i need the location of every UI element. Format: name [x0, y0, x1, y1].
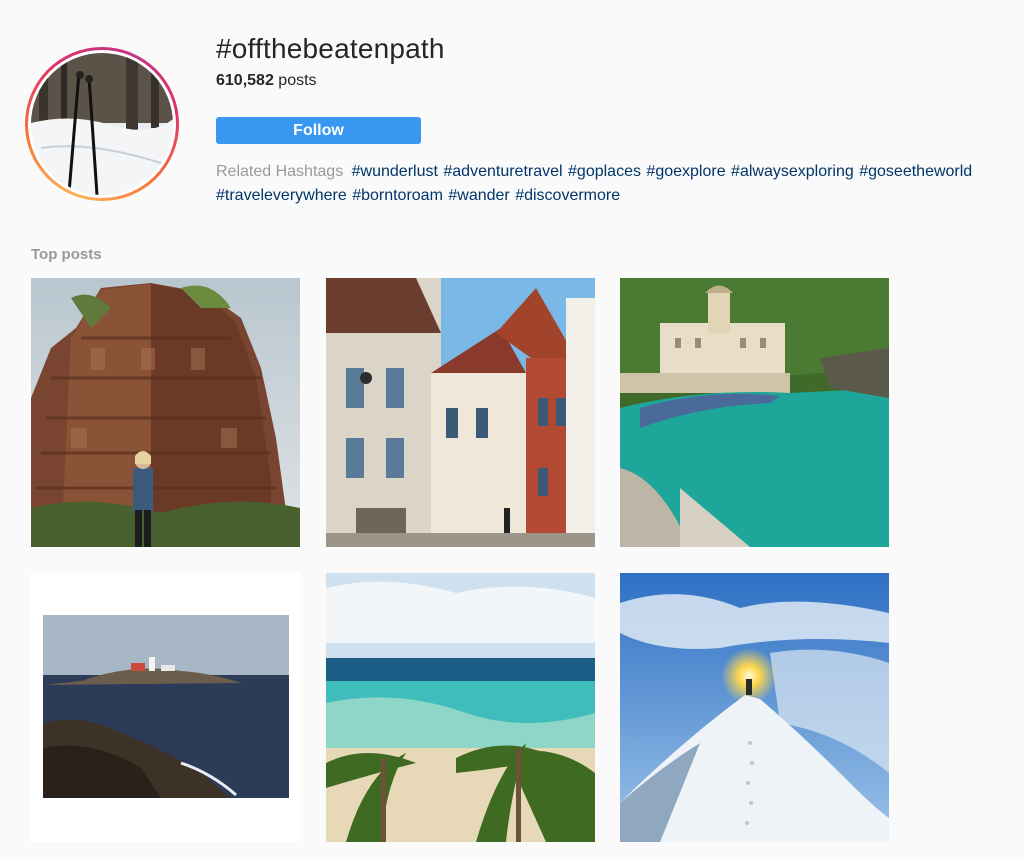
beach-photo — [326, 573, 595, 842]
related-hashtag-link[interactable]: #adventuretravel — [443, 163, 562, 180]
summit-photo — [620, 573, 889, 842]
street-photo — [326, 278, 595, 547]
top-post-beach[interactable] — [326, 573, 595, 842]
related-hashtag-link[interactable]: #goplaces — [568, 163, 641, 180]
related-hashtag-link[interactable]: #goexplore — [646, 163, 725, 180]
top-post-street[interactable] — [326, 278, 595, 547]
top-posts-heading: Top posts — [31, 246, 102, 263]
related-hashtags-label: Related Hashtags — [216, 163, 344, 180]
lighthouse-photo — [31, 573, 300, 842]
related-hashtag-link[interactable]: #goseetheworld — [859, 163, 972, 180]
related-hashtag-link[interactable]: #wunderlust — [352, 163, 438, 180]
top-post-temple[interactable] — [31, 278, 300, 547]
related-hashtag-link[interactable]: #borntoroam — [352, 187, 443, 204]
related-hashtag-link[interactable]: #discovermore — [515, 187, 620, 204]
top-post-bay[interactable] — [620, 278, 889, 547]
related-hashtag-link[interactable]: #alwaysexploring — [731, 163, 854, 180]
hashtag-avatar-ring — [25, 47, 179, 201]
top-post-summit[interactable] — [620, 573, 889, 842]
post-count: 610,582 posts — [216, 72, 317, 90]
bay-photo — [620, 278, 889, 547]
hashtag-avatar — [31, 53, 173, 195]
related-hashtag-link[interactable]: #wander — [448, 187, 509, 204]
post-count-suffix: posts — [273, 72, 317, 89]
post-count-number: 610,582 — [216, 72, 274, 89]
hashtag-title: #offthebeatenpath — [216, 33, 445, 64]
top-post-lighthouse[interactable] — [31, 573, 300, 842]
temple-photo — [31, 278, 300, 547]
related-hashtags: Related Hashtags #wunderlust #adventuret… — [216, 160, 1006, 208]
related-hashtag-link[interactable]: #traveleverywhere — [216, 187, 347, 204]
follow-button[interactable]: Follow — [216, 117, 421, 144]
